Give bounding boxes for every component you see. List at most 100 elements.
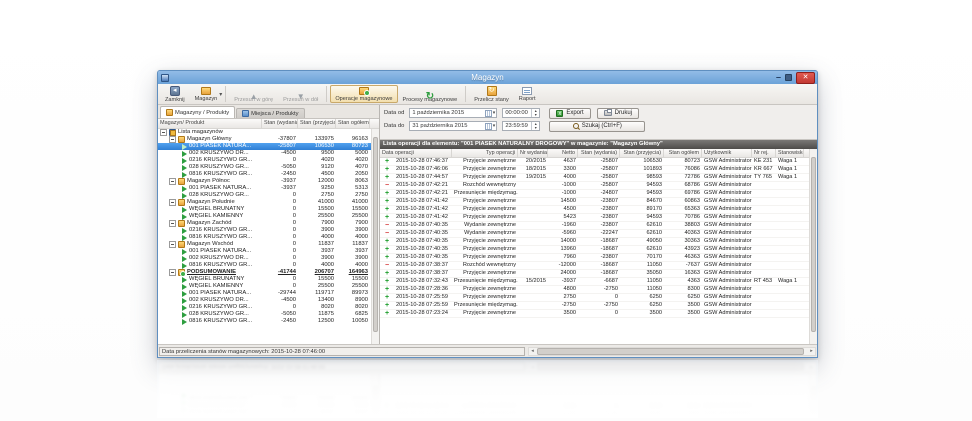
operation-row[interactable]: +2015-10-28 07:42:21Przesunięcie międzym… xyxy=(380,190,809,198)
maximize-button[interactable] xyxy=(785,74,792,81)
operation-row[interactable]: +2015-10-28 07:46:37Przyjęcie zewnętrzne… xyxy=(380,158,809,166)
tree-row[interactable]: 028 KRUSZYWO GR...-5050118756825 xyxy=(158,311,371,318)
time-to-spinner[interactable]: ▴▾ xyxy=(531,122,539,130)
titlebar[interactable]: Magazyn – ✕ xyxy=(158,71,817,84)
tree-scrollbar-thumb[interactable] xyxy=(373,137,378,332)
expand-toggle-icon[interactable] xyxy=(169,199,176,206)
tab-label: Miejsca / Produkty xyxy=(251,111,298,117)
toolbar-button-przesu-w-g-r[interactable]: Przesuń w górę xyxy=(229,85,278,103)
tree-row[interactable]: 002 KRUSZYWO DR...-450095005000 xyxy=(158,150,371,157)
operation-row[interactable]: +2015-10-28 07:41:42Przyjęcie zewnętrzne… xyxy=(380,198,809,206)
operation-row[interactable]: +2015-10-28 07:41:42Przyjęcie zewnętrzne… xyxy=(380,214,809,222)
print-button[interactable]: Drukuj xyxy=(597,108,639,119)
expand-toggle-icon[interactable] xyxy=(160,129,167,136)
horizontal-scroll-thumb[interactable] xyxy=(537,348,804,355)
operation-nr xyxy=(518,198,548,205)
tree-row[interactable]: Magazyn Zachód079007900 xyxy=(158,220,371,227)
operation-row[interactable]: +2015-10-28 07:44:57Przyjęcie zewnętrzne… xyxy=(380,174,809,182)
tree-row[interactable]: Magazyn Południe04100041000 xyxy=(158,199,371,206)
tree-row[interactable]: 028 KRUSZYWO GR...-505091204070 xyxy=(158,164,371,171)
tree-row[interactable]: 0816 KRUSZYWO GR...040004000 xyxy=(158,234,371,241)
chevron-down-icon[interactable]: ▾ xyxy=(493,110,496,116)
operation-row[interactable]: +2015-10-28 07:25:59Przyjęcie zewnętrzne… xyxy=(380,294,809,302)
dropdown-arrow-icon[interactable]: ▾ xyxy=(219,91,222,98)
calendar-icon[interactable] xyxy=(485,123,492,130)
tree-row[interactable]: Lista magazynów xyxy=(158,129,371,136)
tree-row[interactable]: 0216 KRUSZYWO GR...080208020 xyxy=(158,304,371,311)
tree-row[interactable]: 001 PIASEK NATURA...039373937 xyxy=(158,248,371,255)
horizontal-scroll-track[interactable] xyxy=(536,348,808,355)
tree-row[interactable]: WĘGIEL KAMIENNY02550025500 xyxy=(158,283,371,290)
operation-row[interactable]: +2015-10-28 07:40:35Przyjęcie zewnętrzne… xyxy=(380,238,809,246)
horizontal-scrollbar[interactable]: ◂ ▸ xyxy=(528,347,816,356)
operation-row[interactable]: −2015-10-28 07:40:35Wydanie zewnętrzne-1… xyxy=(380,222,809,230)
toolbar-button-operacje-magazynowe[interactable]: Operacje magazynowe xyxy=(330,85,397,103)
operations-vertical-scrollbar[interactable] xyxy=(809,149,817,344)
toolbar-button-przelicz-stany[interactable]: Przelicz stany xyxy=(469,85,514,103)
toolbar-button-zamknij[interactable]: Zamknij xyxy=(160,85,190,103)
operation-row[interactable]: +2015-10-28 07:46:06Przyjęcie zewnętrzne… xyxy=(380,166,809,174)
scroll-right-arrow[interactable]: ▸ xyxy=(808,347,815,355)
expand-toggle-icon[interactable] xyxy=(169,241,176,248)
time-to-input[interactable]: 23:59:59 ▴▾ xyxy=(502,121,540,131)
product-arrow-icon xyxy=(182,172,187,178)
tree-row[interactable]: 001 PIASEK NATURA...-2580710653080723 xyxy=(158,143,371,150)
tree-row[interactable]: 001 PIASEK NATURA...-393792505313 xyxy=(158,185,371,192)
operation-row[interactable]: +2015-10-28 07:32:43Przesunięcie międzym… xyxy=(380,278,809,286)
operation-row[interactable]: +2015-10-28 07:40:35Przyjęcie zewnętrzne… xyxy=(380,246,809,254)
tree-row[interactable]: 002 KRUSZYWO DR...-4500134008900 xyxy=(158,297,371,304)
toolbar-button-raport[interactable]: Raport xyxy=(514,85,541,103)
minimize-button[interactable]: – xyxy=(776,73,781,82)
tree-row[interactable]: WĘGIEL BRUNATNY01550015500 xyxy=(158,276,371,283)
operation-row[interactable]: +2015-10-28 07:38:37Przyjęcie zewnętrzne… xyxy=(380,270,809,278)
tab-miejsca-produkty[interactable]: Miejsca / Produkty xyxy=(236,108,304,118)
tree-vertical-scrollbar[interactable] xyxy=(371,129,379,344)
tree-row[interactable]: 0216 KRUSZYWO GR...039003900 xyxy=(158,227,371,234)
tree-row[interactable]: Magazyn Północ-3937120008063 xyxy=(158,178,371,185)
operation-user: GSW Administrator xyxy=(702,409,752,416)
operation-row[interactable]: +2015-10-28 07:40:35Przyjęcie zewnętrzne… xyxy=(380,254,809,262)
spinner-down-icon[interactable]: ▾ xyxy=(535,126,537,130)
toolbar-button-przesu-w-d[interactable]: Przesuń w dół xyxy=(278,85,323,103)
date-to-picker[interactable]: 31 października 2015 ▾ xyxy=(409,121,497,131)
tree-row[interactable]: 0816 KRUSZYWO GR...-24501250010050 xyxy=(158,318,371,325)
operation-row[interactable]: −2015-10-28 07:38:37Rozchód wewnętrzny-1… xyxy=(380,262,809,270)
operation-row[interactable]: +2015-10-28 07:25:59Przesunięcie międzym… xyxy=(380,302,809,310)
tree-row[interactable]: 002 KRUSZYWO DR...039003900 xyxy=(158,255,371,262)
close-button[interactable]: ✕ xyxy=(796,72,815,84)
toolbar-button-magazyn[interactable]: Magazyn▾ xyxy=(190,85,223,103)
tab-magazyny-produkty[interactable]: Magazyny / Produkty xyxy=(160,106,235,118)
chevron-down-icon[interactable]: ▾ xyxy=(493,123,496,129)
operation-row[interactable]: −2015-10-28 07:40:35Wydanie zewnętrzne-5… xyxy=(380,230,809,238)
tree-row-name-cell: WĘGIEL KAMIENNY xyxy=(158,283,262,290)
tree-row[interactable]: WĘGIEL BRUNATNY01550015500 xyxy=(158,206,371,213)
scroll-left-arrow[interactable]: ◂ xyxy=(529,347,536,355)
time-from-spinner[interactable]: ▴▾ xyxy=(531,109,539,117)
expand-toggle-icon[interactable] xyxy=(169,220,176,227)
tree-row-ogol: 3900 xyxy=(336,227,370,234)
expand-toggle-icon[interactable] xyxy=(169,269,176,276)
operation-row[interactable]: +2015-10-28 07:28:36Przyjęcie zewnętrzne… xyxy=(380,286,809,294)
search-button[interactable]: Szukaj (Ctrl+F) xyxy=(549,121,645,132)
calendar-icon[interactable] xyxy=(485,110,492,117)
tree-row[interactable]: WĘGIEL KAMIENNY02550025500 xyxy=(158,213,371,220)
expand-toggle-icon[interactable] xyxy=(169,178,176,185)
operations-scrollbar-thumb[interactable] xyxy=(811,157,816,332)
expand-toggle-icon[interactable] xyxy=(169,136,176,143)
date-from-picker[interactable]: 1 października 2015 ▾ xyxy=(409,108,497,118)
operation-row[interactable]: +2015-10-28 07:41:42Przyjęcie zewnętrzne… xyxy=(380,206,809,214)
spinner-down-icon[interactable]: ▾ xyxy=(535,113,537,117)
tree-row[interactable]: 001 PIASEK NATURA...-2974411971789973 xyxy=(158,290,371,297)
tree-row[interactable]: Magazyn Wschód01183711837 xyxy=(158,241,371,248)
tree-row[interactable]: 0216 KRUSZYWO GR...040204020 xyxy=(158,157,371,164)
tree-row[interactable]: 0816 KRUSZYWO GR...040004000 xyxy=(158,262,371,269)
operation-row[interactable]: +2015-10-28 07:23:24Przyjęcie zewnętrzne… xyxy=(380,310,809,318)
tree-row[interactable]: PODSUMOWANIE-41744206707164963 xyxy=(158,269,371,276)
operation-row[interactable]: −2015-10-28 07:42:21Rozchód wewnętrzny-1… xyxy=(380,182,809,190)
export-button[interactable]: x Export xyxy=(549,108,590,119)
toolbar-button-procesy-magazynowe[interactable]: Procesy magazynowe xyxy=(398,85,463,103)
tree-row[interactable]: 0816 KRUSZYWO GR...-245045002050 xyxy=(158,171,371,178)
tree-row[interactable]: 028 KRUSZYWO GR...027502750 xyxy=(158,192,371,199)
tree-row[interactable]: Magazyn Główny-3780713397596163 xyxy=(158,136,371,143)
time-from-input[interactable]: 00:00:00 ▴▾ xyxy=(502,108,540,118)
